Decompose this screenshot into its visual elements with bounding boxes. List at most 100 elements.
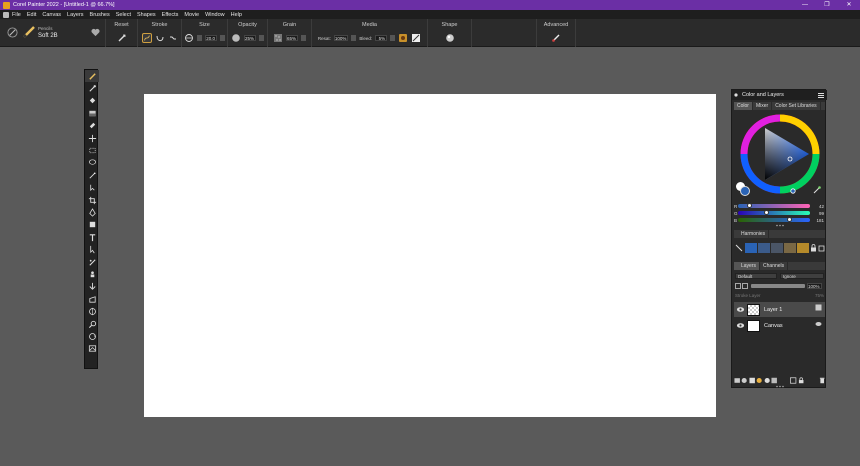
size-slider-toggle[interactable] [220,35,225,41]
tool-crop[interactable] [85,194,99,206]
reset-brush-icon[interactable] [117,33,127,43]
tool-paint-bucket[interactable] [85,95,99,107]
layer-opacity-slider[interactable] [751,283,805,288]
tool-magnifier[interactable] [85,318,99,330]
color-wheel[interactable] [737,114,823,200]
main-color-swatch[interactable] [740,186,750,196]
menu-effects[interactable]: Effects [162,12,179,18]
stroke-options-icon[interactable] [168,33,178,43]
blue-slider[interactable] [738,217,810,222]
tool-selection-adjuster[interactable] [85,182,99,194]
harmony-swatch[interactable] [771,243,783,253]
blue-value[interactable]: 181 [810,218,824,223]
layer-row-canvas[interactable]: Canvas [734,318,825,333]
tool-magic-wand[interactable] [85,169,99,181]
recent-brush-icon[interactable] [7,27,18,38]
tool-eraser[interactable] [85,120,99,132]
dab-shape-icon[interactable] [445,33,455,43]
opacity-slider-toggle[interactable] [259,35,264,41]
size-stepper[interactable] [197,35,202,41]
freehand-stroke-icon[interactable] [141,33,152,43]
media-brush-icon[interactable] [411,33,421,43]
harmony-options-icon[interactable] [818,244,825,252]
green-value[interactable]: 99 [810,211,824,216]
red-slider[interactable] [738,203,810,208]
advanced-brush-icon[interactable] [551,33,561,43]
heart-icon[interactable] [91,28,100,37]
new-thick-paint-layer-icon[interactable] [771,377,777,384]
opacity-field[interactable]: 25% [243,35,256,41]
tool-gradient[interactable] [85,107,99,119]
lock-layer-icon[interactable] [798,377,804,384]
color-dropper-icon[interactable] [812,185,822,195]
tool-text[interactable] [85,231,99,243]
preserve-transparency-icon[interactable] [735,282,749,289]
straight-line-stroke-icon[interactable] [155,33,165,43]
menu-help[interactable]: Help [231,12,242,18]
resat-field[interactable]: 100% [333,35,349,41]
maximize-button[interactable]: ❐ [816,0,838,10]
layer-commands-icon[interactable] [734,377,740,384]
harmony-swatch[interactable] [784,243,796,253]
tool-rotate-page[interactable] [85,330,99,342]
red-slider-knob[interactable] [747,203,753,208]
tab-color-set-libraries[interactable]: Color Set Libraries [772,102,821,110]
harmony-swatch[interactable] [745,243,757,253]
menu-file[interactable]: File [12,12,21,18]
harmony-swatch[interactable] [758,243,770,253]
tool-rectangle-shape[interactable] [85,219,99,231]
tool-dodge[interactable] [85,281,99,293]
visibility-eye-icon[interactable] [736,305,745,314]
close-button[interactable]: ✕ [838,0,860,10]
menu-canvas[interactable]: Canvas [42,12,61,18]
menu-shapes[interactable]: Shapes [137,12,156,18]
tool-mirror[interactable] [85,305,99,317]
green-slider-knob[interactable] [763,210,769,215]
menu-logo-icon[interactable] [3,11,9,18]
menu-movie[interactable]: Movie [184,12,199,18]
tool-cloner[interactable] [85,256,99,268]
delete-layer-icon[interactable] [819,377,825,384]
resat-slider-toggle[interactable] [351,35,357,41]
tool-shape-selection[interactable] [85,243,99,255]
layers-panel-resize-grip[interactable] [775,385,785,388]
new-layer-icon[interactable] [749,377,755,384]
harmonies-title[interactable]: Harmonies [734,230,770,238]
grain-texture-icon[interactable] [273,33,283,43]
composite-method-dropdown[interactable]: Default [735,273,777,279]
harmony-brush-icon[interactable] [734,243,744,253]
composite-depth-dropdown[interactable]: Ignore [780,273,824,279]
tool-rubber-stamp[interactable] [85,268,99,280]
tab-color[interactable]: Color [734,102,753,110]
menu-window[interactable]: Window [205,12,225,18]
tool-transform[interactable] [85,132,99,144]
drawing-canvas[interactable] [144,94,716,417]
menu-select[interactable]: Select [116,12,131,18]
tool-dropper[interactable] [85,82,99,94]
media-color-icon[interactable] [398,33,408,43]
tab-mixer[interactable]: Mixer [753,102,773,110]
new-liquid-ink-layer-icon[interactable] [764,377,770,384]
new-watercolor-layer-icon[interactable] [756,377,762,384]
tool-rect-select[interactable] [85,144,99,156]
menu-brushes[interactable]: Brushes [90,12,110,18]
tool-perspective[interactable] [85,293,99,305]
layer-row-layer-1[interactable]: Layer 1 [734,302,825,317]
grain-slider-toggle[interactable] [301,35,306,41]
color-panel-resize-grip[interactable] [775,224,785,227]
tool-paper-colors[interactable] [85,343,99,355]
harmony-lock-icon[interactable] [810,244,817,252]
visibility-eye-icon[interactable] [736,321,745,330]
tool-lasso[interactable] [85,157,99,169]
bleed-slider-toggle[interactable] [390,35,396,41]
menu-layers[interactable]: Layers [67,12,84,18]
grain-field[interactable]: 65% [285,35,298,41]
red-value[interactable]: 42 [810,204,824,209]
blue-slider-knob[interactable] [786,217,792,222]
panel-menu-icon[interactable] [818,93,824,98]
green-slider[interactable] [738,210,810,215]
tab-layers[interactable]: Layers [734,262,761,270]
menu-edit[interactable]: Edit [27,12,36,18]
panel-collapse-icon[interactable] [734,93,738,97]
brush-selector[interactable]: Pencils Soft 2B [0,19,106,47]
